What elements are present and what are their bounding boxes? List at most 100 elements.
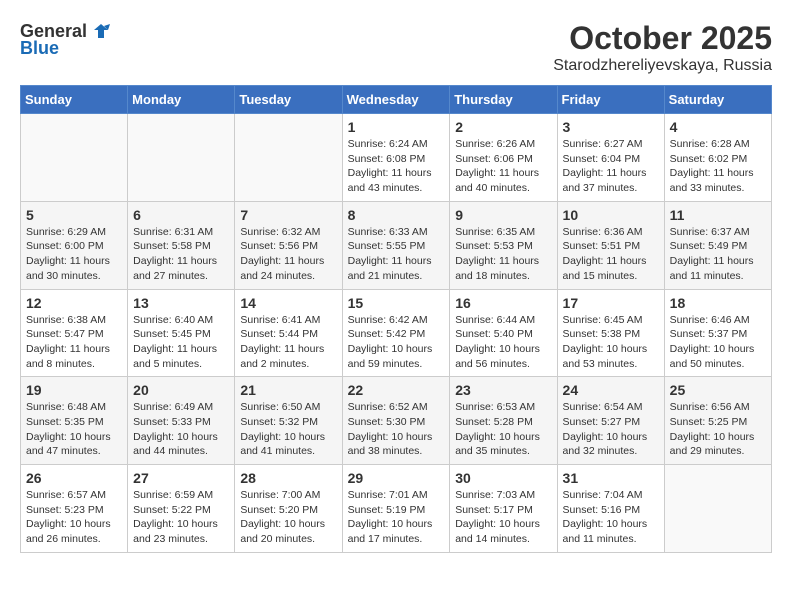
cell-content: Sunrise: 6:48 AMSunset: 5:35 PMDaylight:… [26, 401, 111, 457]
cell-content: Sunrise: 6:29 AMSunset: 6:00 PMDaylight:… [26, 226, 110, 282]
day-number: 10 [563, 207, 659, 223]
cell-content: Sunrise: 6:31 AMSunset: 5:58 PMDaylight:… [133, 226, 217, 282]
calendar-cell: 10 Sunrise: 6:36 AMSunset: 5:51 PMDaylig… [557, 201, 664, 289]
header-tuesday: Tuesday [235, 86, 342, 114]
calendar-cell: 29 Sunrise: 7:01 AMSunset: 5:19 PMDaylig… [342, 465, 450, 553]
day-number: 26 [26, 470, 122, 486]
cell-content: Sunrise: 7:03 AMSunset: 5:17 PMDaylight:… [455, 489, 540, 545]
header-saturday: Saturday [664, 86, 771, 114]
calendar-cell: 11 Sunrise: 6:37 AMSunset: 5:49 PMDaylig… [664, 201, 771, 289]
cell-content: Sunrise: 6:37 AMSunset: 5:49 PMDaylight:… [670, 226, 754, 282]
cell-content: Sunrise: 6:53 AMSunset: 5:28 PMDaylight:… [455, 401, 540, 457]
calendar-cell [128, 114, 235, 202]
calendar-cell: 30 Sunrise: 7:03 AMSunset: 5:17 PMDaylig… [450, 465, 557, 553]
calendar-cell: 24 Sunrise: 6:54 AMSunset: 5:27 PMDaylig… [557, 377, 664, 465]
cell-content: Sunrise: 6:26 AMSunset: 6:06 PMDaylight:… [455, 138, 539, 194]
cell-content: Sunrise: 6:46 AMSunset: 5:37 PMDaylight:… [670, 314, 755, 370]
week-row-1: 5 Sunrise: 6:29 AMSunset: 6:00 PMDayligh… [21, 201, 772, 289]
day-number: 30 [455, 470, 551, 486]
calendar-cell: 5 Sunrise: 6:29 AMSunset: 6:00 PMDayligh… [21, 201, 128, 289]
logo-bird-icon [90, 20, 112, 42]
day-number: 15 [348, 295, 445, 311]
day-number: 24 [563, 382, 659, 398]
cell-content: Sunrise: 6:49 AMSunset: 5:33 PMDaylight:… [133, 401, 218, 457]
calendar-cell [235, 114, 342, 202]
day-number: 28 [240, 470, 336, 486]
logo-blue: Blue [20, 38, 59, 59]
calendar-cell: 7 Sunrise: 6:32 AMSunset: 5:56 PMDayligh… [235, 201, 342, 289]
cell-content: Sunrise: 7:00 AMSunset: 5:20 PMDaylight:… [240, 489, 325, 545]
day-number: 23 [455, 382, 551, 398]
cell-content: Sunrise: 6:41 AMSunset: 5:44 PMDaylight:… [240, 314, 324, 370]
day-number: 7 [240, 207, 336, 223]
day-number: 13 [133, 295, 229, 311]
day-number: 29 [348, 470, 445, 486]
week-row-0: 1 Sunrise: 6:24 AMSunset: 6:08 PMDayligh… [21, 114, 772, 202]
day-number: 6 [133, 207, 229, 223]
day-number: 21 [240, 382, 336, 398]
day-number: 4 [670, 119, 766, 135]
day-number: 20 [133, 382, 229, 398]
calendar-cell: 3 Sunrise: 6:27 AMSunset: 6:04 PMDayligh… [557, 114, 664, 202]
calendar-cell: 19 Sunrise: 6:48 AMSunset: 5:35 PMDaylig… [21, 377, 128, 465]
calendar-cell: 26 Sunrise: 6:57 AMSunset: 5:23 PMDaylig… [21, 465, 128, 553]
cell-content: Sunrise: 7:01 AMSunset: 5:19 PMDaylight:… [348, 489, 433, 545]
day-number: 11 [670, 207, 766, 223]
calendar-cell: 16 Sunrise: 6:44 AMSunset: 5:40 PMDaylig… [450, 289, 557, 377]
calendar-cell: 25 Sunrise: 6:56 AMSunset: 5:25 PMDaylig… [664, 377, 771, 465]
logo: General Blue [20, 20, 113, 59]
cell-content: Sunrise: 6:38 AMSunset: 5:47 PMDaylight:… [26, 314, 110, 370]
day-number: 18 [670, 295, 766, 311]
day-number: 25 [670, 382, 766, 398]
cell-content: Sunrise: 6:33 AMSunset: 5:55 PMDaylight:… [348, 226, 432, 282]
week-row-2: 12 Sunrise: 6:38 AMSunset: 5:47 PMDaylig… [21, 289, 772, 377]
cell-content: Sunrise: 6:36 AMSunset: 5:51 PMDaylight:… [563, 226, 647, 282]
cell-content: Sunrise: 6:50 AMSunset: 5:32 PMDaylight:… [240, 401, 325, 457]
day-number: 16 [455, 295, 551, 311]
day-number: 22 [348, 382, 445, 398]
day-number: 2 [455, 119, 551, 135]
calendar-cell: 31 Sunrise: 7:04 AMSunset: 5:16 PMDaylig… [557, 465, 664, 553]
day-number: 14 [240, 295, 336, 311]
header-friday: Friday [557, 86, 664, 114]
cell-content: Sunrise: 6:28 AMSunset: 6:02 PMDaylight:… [670, 138, 754, 194]
calendar-cell: 13 Sunrise: 6:40 AMSunset: 5:45 PMDaylig… [128, 289, 235, 377]
calendar-cell: 6 Sunrise: 6:31 AMSunset: 5:58 PMDayligh… [128, 201, 235, 289]
calendar-cell: 9 Sunrise: 6:35 AMSunset: 5:53 PMDayligh… [450, 201, 557, 289]
cell-content: Sunrise: 6:57 AMSunset: 5:23 PMDaylight:… [26, 489, 111, 545]
calendar-cell: 15 Sunrise: 6:42 AMSunset: 5:42 PMDaylig… [342, 289, 450, 377]
calendar-cell [21, 114, 128, 202]
calendar-cell: 21 Sunrise: 6:50 AMSunset: 5:32 PMDaylig… [235, 377, 342, 465]
calendar-cell: 27 Sunrise: 6:59 AMSunset: 5:22 PMDaylig… [128, 465, 235, 553]
page-header: General Blue October 2025 Starodzhereliy… [20, 20, 772, 75]
header-thursday: Thursday [450, 86, 557, 114]
calendar-cell: 1 Sunrise: 6:24 AMSunset: 6:08 PMDayligh… [342, 114, 450, 202]
cell-content: Sunrise: 6:35 AMSunset: 5:53 PMDaylight:… [455, 226, 539, 282]
calendar-cell: 2 Sunrise: 6:26 AMSunset: 6:06 PMDayligh… [450, 114, 557, 202]
header-monday: Monday [128, 86, 235, 114]
calendar-cell: 17 Sunrise: 6:45 AMSunset: 5:38 PMDaylig… [557, 289, 664, 377]
cell-content: Sunrise: 6:56 AMSunset: 5:25 PMDaylight:… [670, 401, 755, 457]
month-title: October 2025 [553, 20, 772, 57]
calendar-cell: 12 Sunrise: 6:38 AMSunset: 5:47 PMDaylig… [21, 289, 128, 377]
header-wednesday: Wednesday [342, 86, 450, 114]
cell-content: Sunrise: 6:40 AMSunset: 5:45 PMDaylight:… [133, 314, 217, 370]
cell-content: Sunrise: 6:27 AMSunset: 6:04 PMDaylight:… [563, 138, 647, 194]
day-number: 9 [455, 207, 551, 223]
day-number: 19 [26, 382, 122, 398]
calendar-cell: 4 Sunrise: 6:28 AMSunset: 6:02 PMDayligh… [664, 114, 771, 202]
header-sunday: Sunday [21, 86, 128, 114]
location-title: Starodzhereliyevskaya, Russia [553, 57, 772, 75]
calendar-cell: 28 Sunrise: 7:00 AMSunset: 5:20 PMDaylig… [235, 465, 342, 553]
cell-content: Sunrise: 7:04 AMSunset: 5:16 PMDaylight:… [563, 489, 648, 545]
cell-content: Sunrise: 6:42 AMSunset: 5:42 PMDaylight:… [348, 314, 433, 370]
title-block: October 2025 Starodzhereliyevskaya, Russ… [553, 20, 772, 75]
calendar-cell [664, 465, 771, 553]
day-number: 27 [133, 470, 229, 486]
calendar-cell: 8 Sunrise: 6:33 AMSunset: 5:55 PMDayligh… [342, 201, 450, 289]
cell-content: Sunrise: 6:54 AMSunset: 5:27 PMDaylight:… [563, 401, 648, 457]
calendar-table: SundayMondayTuesdayWednesdayThursdayFrid… [20, 85, 772, 553]
week-row-4: 26 Sunrise: 6:57 AMSunset: 5:23 PMDaylig… [21, 465, 772, 553]
cell-content: Sunrise: 6:24 AMSunset: 6:08 PMDaylight:… [348, 138, 432, 194]
day-number: 31 [563, 470, 659, 486]
